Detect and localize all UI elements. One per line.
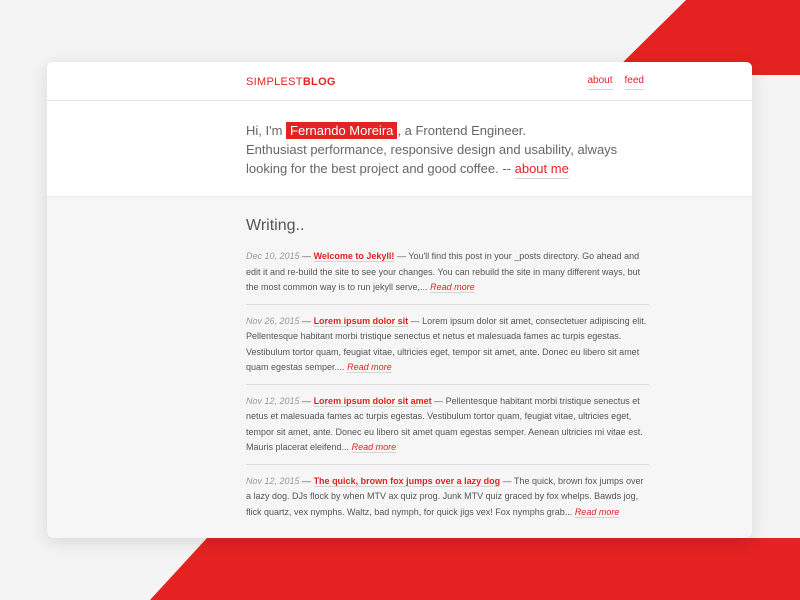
intro-section: Hi, I'm Fernando Moreira, a Frontend Eng…	[47, 101, 752, 197]
post-item: Nov 12, 2015 — Lorem ipsum dolor sit ame…	[246, 394, 649, 465]
blog-window: SIMPLESTBLOG about feed Hi, I'm Fernando…	[47, 62, 752, 538]
post-title-link[interactable]: The quick, brown fox jumps over a lazy d…	[313, 475, 501, 487]
decor-bottom	[150, 538, 800, 600]
read-more-link[interactable]: Read more	[351, 442, 397, 453]
post-date: Nov 26, 2015	[246, 315, 300, 326]
intro-role: , a Frontend Engineer.	[397, 123, 527, 138]
intro-greeting: Hi, I'm	[246, 123, 287, 138]
post-date: Nov 12, 2015	[246, 475, 300, 486]
read-more-link[interactable]: Read more	[430, 282, 475, 293]
about-me-link[interactable]: about me	[514, 161, 569, 179]
post-item: Nov 26, 2015 — Lorem ipsum dolor sit — L…	[246, 314, 649, 385]
post-date: Nov 12, 2015	[246, 395, 300, 406]
site-header: SIMPLESTBLOG about feed	[47, 62, 752, 101]
section-title: Writing..	[246, 217, 305, 234]
logo-light: SIMPLEST	[246, 76, 303, 88]
post-date: Dec 10, 2015	[246, 251, 300, 261]
read-more-link[interactable]: Read more	[574, 506, 620, 518]
post-title-link[interactable]: Lorem ipsum dolor sit	[313, 315, 409, 327]
nav-about-link[interactable]: about	[587, 75, 613, 90]
site-logo[interactable]: SIMPLESTBLOG	[246, 76, 336, 88]
nav-feed-link[interactable]: feed	[624, 75, 644, 90]
post-item: Nov 12, 2015 — The quick, brown fox jump…	[246, 475, 644, 518]
read-more-link[interactable]: Read more	[347, 362, 392, 373]
intro-line1: Hi, I'm Fernando Moreira, a Frontend Eng…	[246, 121, 752, 140]
post-title-link[interactable]: Welcome to Jekyll!	[313, 251, 395, 262]
author-name-highlight: Fernando Moreira	[286, 122, 398, 139]
logo-bold: BLOG	[302, 76, 336, 88]
post-excerpt: Lorem ipsum dolor sit amet, consectetuer…	[246, 315, 647, 373]
intro-line2: Enthusiast performance, responsive desig…	[246, 140, 646, 179]
post-title-link[interactable]: Lorem ipsum dolor sit amet	[313, 395, 432, 407]
post-item: Dec 10, 2015 — Welcome to Jekyll! — You'…	[246, 249, 649, 305]
writing-section: Writing.. Dec 10, 2015 — Welcome to Jeky…	[47, 197, 649, 528]
post-excerpt: Pellentesque habitant morbi tristique se…	[246, 395, 643, 453]
site-nav: about feed	[587, 75, 644, 90]
